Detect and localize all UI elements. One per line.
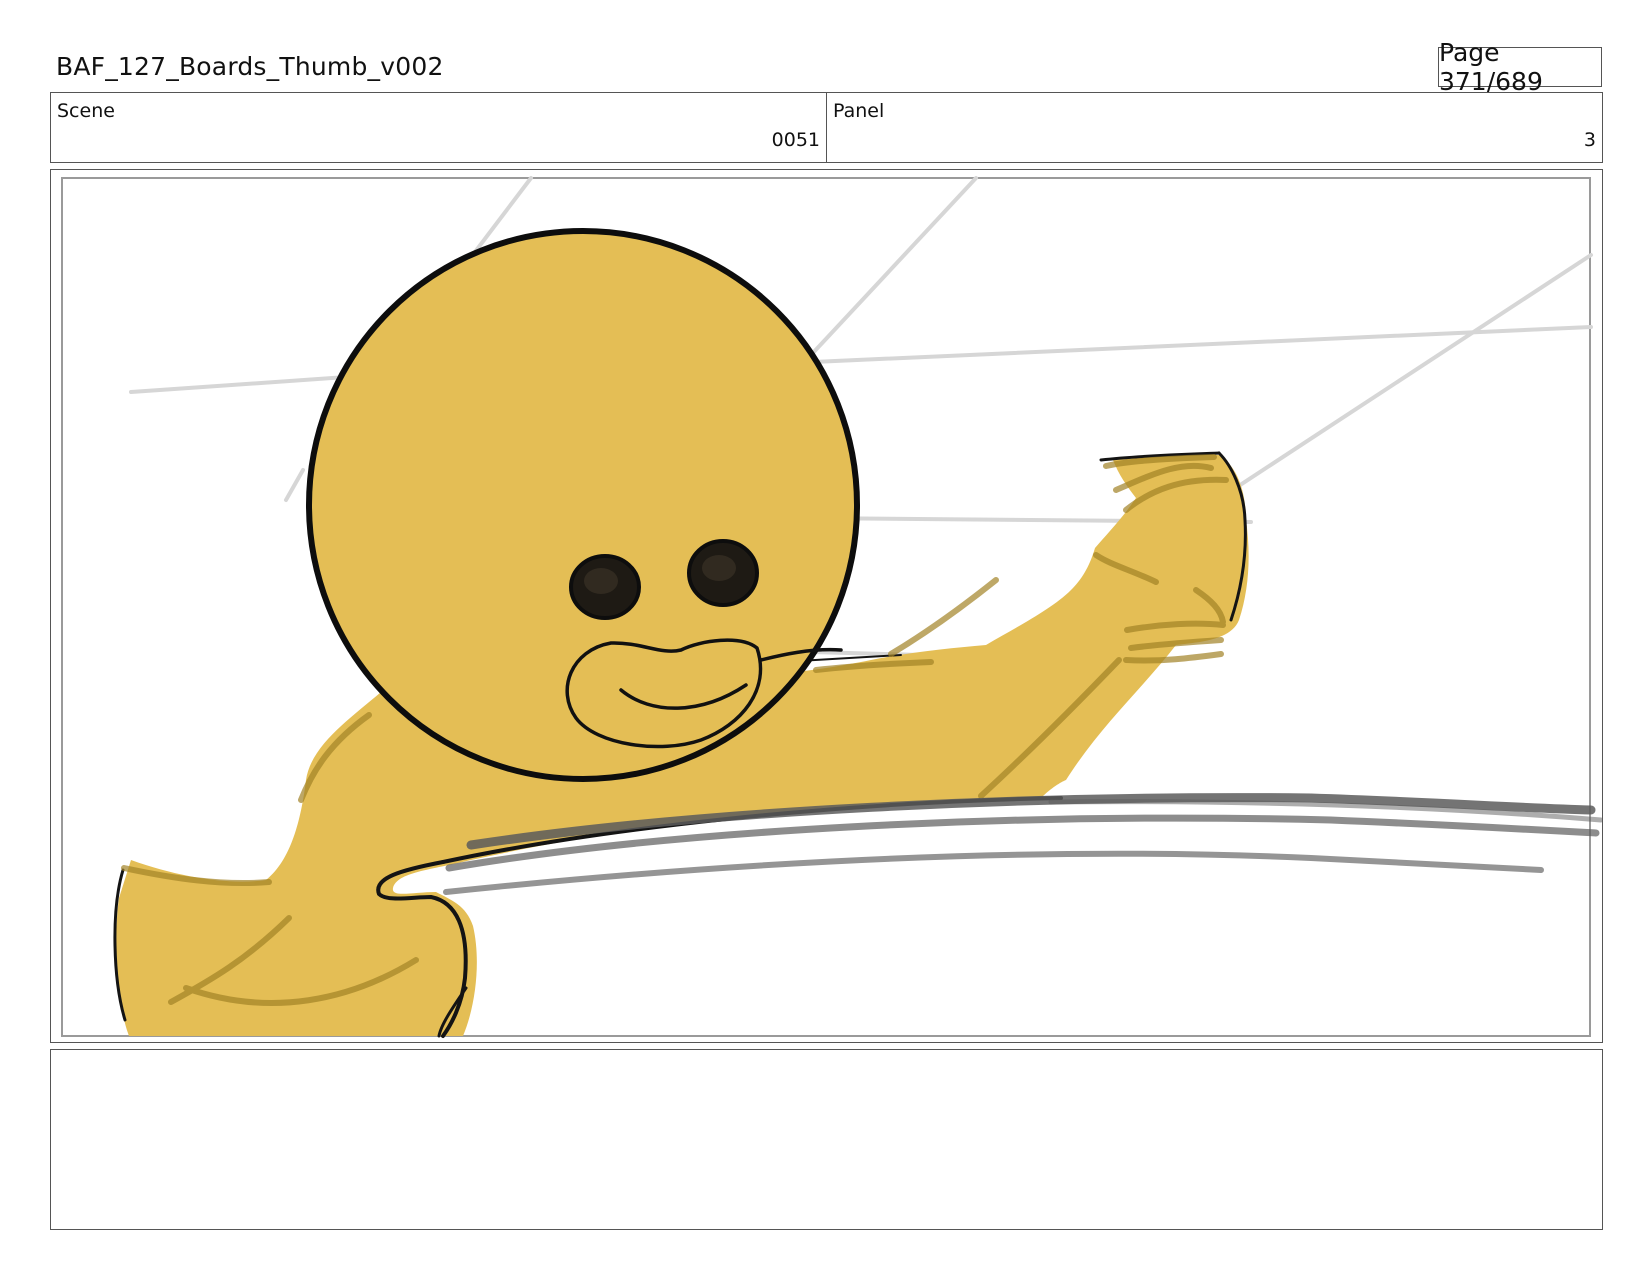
scene-label: Scene [57, 100, 115, 122]
panel-label: Panel [833, 100, 885, 122]
page-number: Page 371/689 [1438, 38, 1602, 96]
character-head [306, 228, 860, 782]
storyboard-drawing [61, 176, 1602, 1038]
info-row: Scene 0051 Panel 3 [50, 92, 1603, 163]
document-title: BAF_127_Boards_Thumb_v002 [56, 52, 444, 81]
scene-value: 0051 [771, 129, 820, 151]
panel-cell: Panel 3 [826, 93, 1602, 162]
scene-cell: Scene 0051 [51, 93, 826, 162]
notes-box [50, 1049, 1603, 1230]
panel-value: 3 [1583, 129, 1596, 151]
storyboard-panel [50, 169, 1603, 1043]
